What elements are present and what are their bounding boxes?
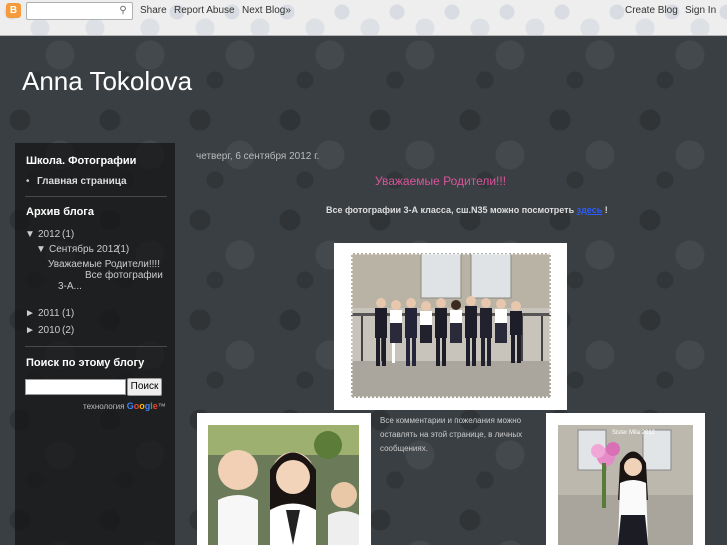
photos-link[interactable]: здесь <box>577 205 603 215</box>
kids-photo[interactable] <box>208 425 359 545</box>
post-date: четверг, 6 сентября 2012 г. <box>196 151 320 162</box>
archive-year-2010[interactable]: 2010 <box>38 325 60 336</box>
post-comment-note: Все комментарии и пожелания можно оставл… <box>380 416 523 453</box>
blog-search-input[interactable] <box>25 379 126 395</box>
page-link-home[interactable]: Главная страница <box>37 176 127 187</box>
report-abuse-link[interactable]: Report Abuse <box>174 5 235 16</box>
sidebar: Школа. Фотографии • Главная страница Арх… <box>15 143 175 545</box>
bullet-icon: • <box>26 176 30 187</box>
archive-month-sep-2012[interactable]: Сентябрь 2012 <box>49 244 119 255</box>
class-group-photo[interactable] <box>351 253 551 398</box>
archive-year-2011[interactable]: 2011 <box>38 308 60 319</box>
archive-heading: Архив блога <box>26 206 94 218</box>
blogger-navbar: B ⚲ Share Report Abuse Next Blog» Create… <box>0 0 727 36</box>
navbar-search-input[interactable]: ⚲ <box>26 2 133 20</box>
collapse-toggle-icon[interactable]: ► <box>25 308 35 319</box>
sign-in-link[interactable]: Sign In <box>685 5 716 16</box>
kids-photo-illustration <box>208 425 359 545</box>
archive-post-link-line2[interactable]: Все фотографии <box>85 270 163 281</box>
create-blog-link[interactable]: Create Blog <box>625 5 678 16</box>
next-blog-link[interactable]: Next Blog» <box>242 5 291 16</box>
blog-title[interactable]: Anna Tokolova <box>22 66 192 97</box>
post-title[interactable]: Уважаемые Родители!!! <box>375 174 506 188</box>
search-icon[interactable]: ⚲ <box>116 4 130 18</box>
share-link[interactable]: Share <box>140 5 167 16</box>
archive-count: (1) <box>62 229 75 240</box>
girl-photo-illustration <box>558 425 693 545</box>
pages-heading: Школа. Фотографии <box>26 155 137 167</box>
girl-with-flowers-photo[interactable]: Sister Mila 2012 <box>558 425 693 545</box>
archive-post-link[interactable]: Уважаемые Родители!!!! <box>48 259 160 270</box>
archive-year-2012[interactable]: 2012 <box>38 229 60 240</box>
google-logo: Google <box>126 401 158 411</box>
expand-toggle-icon[interactable]: ▼ <box>25 229 35 240</box>
photo-watermark: Sister Mila 2012 <box>611 430 655 436</box>
archive-count: (1) <box>62 308 75 319</box>
collapse-toggle-icon[interactable]: ► <box>25 325 35 336</box>
blogger-logo-icon[interactable]: B <box>6 3 21 18</box>
powered-by-label: технология <box>83 402 125 411</box>
divider <box>25 196 167 197</box>
powered-by-google[interactable]: технология Google™ <box>83 401 166 411</box>
archive-post-link-line3[interactable]: 3-А... <box>58 281 82 292</box>
archive-count: (2) <box>62 325 75 336</box>
class-photo-illustration <box>351 253 551 398</box>
blog-search-button[interactable]: Поиск <box>127 378 162 396</box>
divider <box>25 346 167 347</box>
post-subtitle: Все фотографии 3-А класса, сш.N35 можно … <box>326 205 608 215</box>
search-heading: Поиск по этому блогу <box>26 357 145 369</box>
expand-toggle-icon[interactable]: ▼ <box>36 244 46 255</box>
archive-count: (1) <box>117 244 130 255</box>
